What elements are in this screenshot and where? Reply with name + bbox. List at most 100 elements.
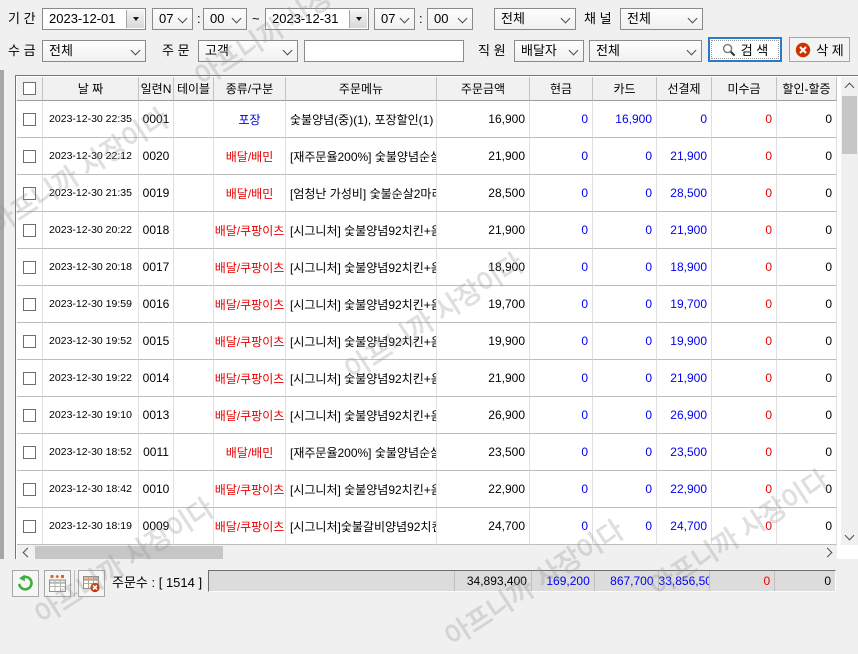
- column-header-4[interactable]: 주문메뉴: [286, 77, 437, 101]
- column-header-6[interactable]: 현금: [530, 77, 593, 101]
- cell-menu: [시그니처] 숯불양념92치킨+음: [286, 360, 437, 397]
- horizontal-scroll-thumb[interactable]: [35, 546, 223, 559]
- row-checkbox-cell[interactable]: [17, 434, 43, 471]
- cell-order-amount: 21,900: [437, 138, 530, 175]
- cell-table: [174, 471, 214, 508]
- date-to-dropdown-button[interactable]: [349, 10, 367, 28]
- totals-spacer: [209, 571, 456, 591]
- row-checkbox-cell[interactable]: [17, 508, 43, 545]
- row-checkbox-cell[interactable]: [17, 175, 43, 212]
- cell-prepaid: 23,500: [657, 434, 712, 471]
- minute-from-select[interactable]: 00: [203, 8, 247, 30]
- table-row[interactable]: 2023-12-30 18:42 0010 배달/쿠팡이츠 [시그니처] 숯불양념92…: [17, 471, 837, 508]
- row-checkbox-cell[interactable]: [17, 138, 43, 175]
- checkbox-icon[interactable]: [23, 334, 36, 348]
- column-header-7[interactable]: 카드: [593, 77, 657, 101]
- row-checkbox-cell[interactable]: [17, 249, 43, 286]
- checkbox-icon[interactable]: [23, 408, 36, 422]
- row-checkbox-cell[interactable]: [17, 212, 43, 249]
- checkbox-icon[interactable]: [23, 260, 36, 274]
- checkbox-icon[interactable]: [23, 482, 36, 496]
- column-header-3[interactable]: 종류/구분: [214, 77, 286, 101]
- grid-header: 날 짜 일련N 테이블 종류/구분 주문메뉴 주문금액 현금 카드 선결제 미수금 할인-할증: [17, 77, 837, 101]
- checkbox-icon[interactable]: [23, 297, 36, 311]
- column-header-5[interactable]: 주문금액: [437, 77, 530, 101]
- cell-table: [174, 175, 214, 212]
- table-row[interactable]: 2023-12-30 22:35 0001 포장 숯불양념(중)(1), 포장할인(1…: [17, 101, 837, 138]
- total-cash: 169,200: [532, 571, 595, 591]
- cell-type: 포장: [214, 101, 286, 138]
- column-header-10[interactable]: 할인-할증: [777, 77, 837, 101]
- column-header-2[interactable]: 테이블: [174, 77, 214, 101]
- scroll-left-button[interactable]: [17, 545, 34, 560]
- table-row[interactable]: 2023-12-30 19:10 0013 배달/쿠팡이츠 [시그니처] 숯불양념92…: [17, 397, 837, 434]
- table-row[interactable]: 2023-12-30 22:12 0020 배달/배민 [재주문율200%] 숯불양념…: [17, 138, 837, 175]
- checkbox-icon[interactable]: [23, 371, 36, 385]
- checkbox-icon[interactable]: [23, 223, 36, 237]
- row-checkbox-cell[interactable]: [17, 360, 43, 397]
- search-button[interactable]: 검 색: [708, 37, 782, 62]
- date-from-picker[interactable]: 2023-12-01: [42, 8, 146, 30]
- scroll-up-button[interactable]: [841, 77, 858, 94]
- staff-select[interactable]: 전체: [589, 40, 702, 62]
- order-by-select[interactable]: 고객: [198, 40, 298, 62]
- table-row[interactable]: 2023-12-30 19:22 0014 배달/쿠팡이츠 [시그니처] 숯불양념92…: [17, 360, 837, 397]
- cell-menu: [시그니처]숯불갈비양념92치킨: [286, 508, 437, 545]
- hour-from-select[interactable]: 07: [152, 8, 193, 30]
- table-row[interactable]: 2023-12-30 18:19 0009 배달/쿠팡이츠 [시그니처]숯불갈비양념9…: [17, 508, 837, 545]
- scroll-right-button[interactable]: [820, 545, 837, 560]
- scroll-down-button[interactable]: [841, 528, 858, 545]
- cell-receivable: 0: [712, 471, 777, 508]
- cell-cash: 0: [530, 471, 593, 508]
- table-row[interactable]: 2023-12-30 19:59 0016 배달/쿠팡이츠 [시그니처] 숯불양념92…: [17, 286, 837, 323]
- cell-prepaid: 18,900: [657, 249, 712, 286]
- add-grid-button[interactable]: [44, 570, 71, 597]
- search-input[interactable]: [304, 40, 464, 62]
- delete-button[interactable]: 삭 제: [789, 37, 850, 62]
- date-from-dropdown-button[interactable]: [126, 10, 144, 28]
- cell-serial: 0009: [139, 508, 174, 545]
- refresh-button[interactable]: [12, 570, 39, 597]
- checkbox-icon[interactable]: [23, 82, 36, 95]
- row-checkbox-cell[interactable]: [17, 471, 43, 508]
- column-header-0[interactable]: 날 짜: [43, 77, 139, 101]
- total-prepaid: 33,856,500: [659, 571, 711, 591]
- hour-to-select[interactable]: 07: [374, 8, 415, 30]
- minute-to-select[interactable]: 00: [427, 8, 473, 30]
- checkbox-icon[interactable]: [23, 112, 36, 126]
- row-checkbox-cell[interactable]: [17, 286, 43, 323]
- table-row[interactable]: 2023-12-30 21:35 0019 배달/배민 [엄청난 가성비] 숯불순살2…: [17, 175, 837, 212]
- select-all-checkbox[interactable]: [17, 77, 43, 101]
- staff-role-select[interactable]: 배달자: [514, 40, 584, 62]
- row-checkbox-cell[interactable]: [17, 397, 43, 434]
- checkbox-icon[interactable]: [23, 519, 36, 533]
- table-row[interactable]: 2023-12-30 19:52 0015 배달/쿠팡이츠 [시그니처] 숯불양념92…: [17, 323, 837, 360]
- cell-date: 2023-12-30 19:59: [43, 286, 139, 323]
- cell-serial: 0014: [139, 360, 174, 397]
- cell-menu: [재주문율200%] 숯불양념순살: [286, 138, 437, 175]
- collect-select[interactable]: 전체: [42, 40, 146, 62]
- channel-select[interactable]: 전체: [620, 8, 703, 30]
- column-header-8[interactable]: 선결제: [657, 77, 712, 101]
- column-header-9[interactable]: 미수금: [712, 77, 777, 101]
- table-row[interactable]: 2023-12-30 20:18 0017 배달/쿠팡이츠 [시그니처] 숯불양념92…: [17, 249, 837, 286]
- table-row[interactable]: 2023-12-30 18:52 0011 배달/배민 [재주문율200%] 숯불양념…: [17, 434, 837, 471]
- cell-menu: [재주문율200%] 숯불양념순살: [286, 434, 437, 471]
- horizontal-scrollbar[interactable]: [17, 545, 837, 560]
- table-row[interactable]: 2023-12-30 20:22 0018 배달/쿠팡이츠 [시그니처] 숯불양념92…: [17, 212, 837, 249]
- date-to-picker[interactable]: 2023-12-31: [265, 8, 369, 30]
- column-header-1[interactable]: 일련N: [139, 77, 174, 101]
- chevron-down-icon: [686, 45, 697, 56]
- checkbox-icon[interactable]: [23, 186, 36, 200]
- vertical-scroll-thumb[interactable]: [842, 96, 857, 154]
- row-checkbox-cell[interactable]: [17, 101, 43, 138]
- refresh-icon: [18, 574, 33, 591]
- range-filter-select[interactable]: 전체: [494, 8, 576, 30]
- delete-grid-button[interactable]: [78, 570, 105, 597]
- cell-receivable: 0: [712, 101, 777, 138]
- table-add-icon: [49, 575, 66, 592]
- checkbox-icon[interactable]: [23, 149, 36, 163]
- checkbox-icon[interactable]: [23, 445, 36, 459]
- row-checkbox-cell[interactable]: [17, 323, 43, 360]
- vertical-scrollbar[interactable]: [841, 77, 858, 545]
